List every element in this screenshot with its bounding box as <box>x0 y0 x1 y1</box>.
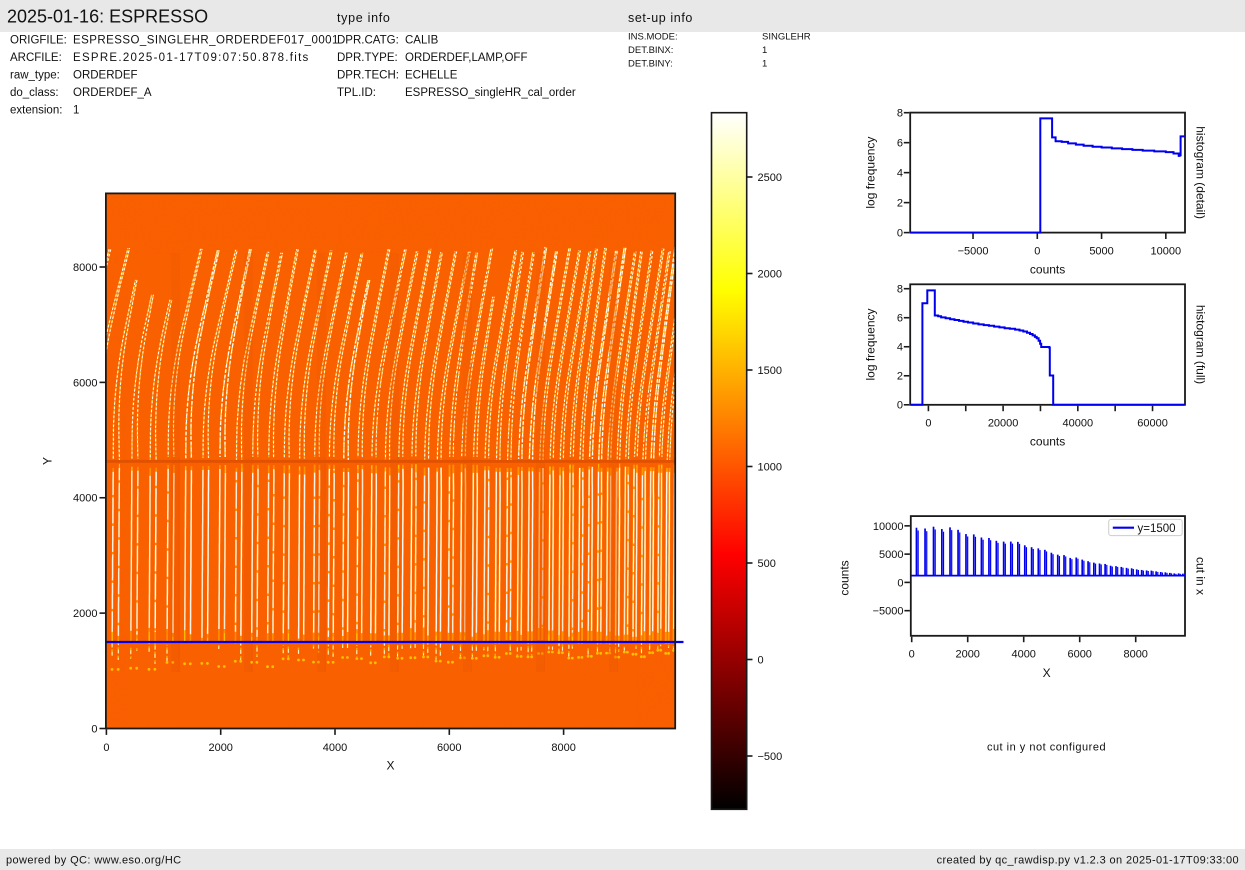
svg-text:40000: 40000 <box>1063 418 1094 430</box>
svg-text:ARCFILE:: ARCFILE: <box>10 52 62 64</box>
svg-text:1000: 1000 <box>758 461 782 473</box>
svg-text:2000: 2000 <box>758 268 782 280</box>
svg-text:500: 500 <box>758 558 776 570</box>
svg-text:ORDERDEF_A: ORDERDEF_A <box>73 87 152 99</box>
svg-text:counts: counts <box>1030 435 1065 449</box>
svg-text:10000: 10000 <box>1151 246 1182 258</box>
svg-text:−5000: −5000 <box>958 246 989 258</box>
svg-text:powered by QC: www.eso.org/HC: powered by QC: www.eso.org/HC <box>6 855 181 867</box>
svg-text:X: X <box>386 759 394 773</box>
svg-text:2000: 2000 <box>955 649 979 661</box>
svg-text:INS.MODE:: INS.MODE: <box>628 32 678 43</box>
svg-text:4000: 4000 <box>323 742 347 754</box>
svg-text:8000: 8000 <box>551 742 575 754</box>
svg-text:ECHELLE: ECHELLE <box>405 70 458 82</box>
svg-text:5000: 5000 <box>879 549 903 561</box>
svg-text:8: 8 <box>897 284 903 296</box>
svg-text:2500: 2500 <box>758 172 782 184</box>
svg-text:created by qc_rawdisp.py v1.2.: created by qc_rawdisp.py v1.2.3 on 2025-… <box>937 855 1239 867</box>
svg-text:ORDERDEF,LAMP,OFF: ORDERDEF,LAMP,OFF <box>405 52 527 64</box>
svg-text:ESPRESSO_SINGLEHR_ORDERDEF017_: ESPRESSO_SINGLEHR_ORDERDEF017_0001 <box>73 35 339 47</box>
svg-text:6000: 6000 <box>437 742 461 754</box>
svg-text:0: 0 <box>1034 246 1040 258</box>
svg-text:counts: counts <box>838 560 852 595</box>
svg-text:2000: 2000 <box>208 742 232 754</box>
svg-text:6: 6 <box>897 138 903 150</box>
svg-text:0: 0 <box>91 723 97 735</box>
svg-text:5000: 5000 <box>1089 246 1113 258</box>
svg-text:TPL.ID:: TPL.ID: <box>337 87 376 99</box>
svg-text:do_class:: do_class: <box>10 87 59 99</box>
svg-text:6000: 6000 <box>73 377 97 389</box>
svg-text:6000: 6000 <box>1067 649 1091 661</box>
svg-text:60000: 60000 <box>1137 418 1168 430</box>
svg-text:ORDERDEF: ORDERDEF <box>73 70 138 82</box>
svg-text:type info: type info <box>337 11 391 25</box>
svg-text:cut in x: cut in x <box>1194 557 1208 595</box>
svg-text:8000: 8000 <box>73 262 97 274</box>
svg-text:0: 0 <box>897 228 903 240</box>
svg-text:y=1500: y=1500 <box>1138 523 1176 535</box>
svg-text:DPR.CATG:: DPR.CATG: <box>337 35 399 47</box>
svg-text:4: 4 <box>897 342 903 354</box>
svg-text:1: 1 <box>762 59 767 70</box>
svg-text:0: 0 <box>925 418 931 430</box>
svg-text:0: 0 <box>909 649 915 661</box>
svg-text:4: 4 <box>897 168 903 180</box>
svg-text:1: 1 <box>73 105 79 117</box>
svg-text:20000: 20000 <box>988 418 1019 430</box>
svg-text:0: 0 <box>103 742 109 754</box>
svg-text:2000: 2000 <box>73 608 97 620</box>
svg-text:DET.BINY:: DET.BINY: <box>628 59 673 70</box>
svg-text:DET.BINX:: DET.BINX: <box>628 45 673 56</box>
svg-text:SINGLEHR: SINGLEHR <box>762 32 811 43</box>
svg-text:10000: 10000 <box>873 521 904 533</box>
svg-text:log frequency: log frequency <box>864 137 878 209</box>
svg-text:ESPRESSO_singleHR_cal_order: ESPRESSO_singleHR_cal_order <box>405 87 576 99</box>
svg-text:2: 2 <box>897 371 903 383</box>
svg-text:counts: counts <box>1030 263 1065 277</box>
svg-text:ESPRE.2025-01-17T09:07:50.878.: ESPRE.2025-01-17T09:07:50.878.fits <box>73 52 310 64</box>
svg-text:8: 8 <box>897 108 903 120</box>
svg-text:1500: 1500 <box>758 365 782 377</box>
svg-text:0: 0 <box>897 577 903 589</box>
svg-text:histogram (detail): histogram (detail) <box>1194 126 1208 219</box>
svg-text:raw_type:: raw_type: <box>10 70 60 82</box>
svg-text:cut in y not configured: cut in y not configured <box>987 742 1106 754</box>
svg-text:DPR.TECH:: DPR.TECH: <box>337 70 399 82</box>
svg-text:2: 2 <box>897 198 903 210</box>
svg-text:−5000: −5000 <box>873 606 904 618</box>
svg-text:log frequency: log frequency <box>864 308 878 380</box>
svg-text:X: X <box>1043 666 1051 680</box>
svg-text:Y: Y <box>41 457 55 465</box>
svg-text:ORIGFILE:: ORIGFILE: <box>10 35 67 47</box>
svg-text:extension:: extension: <box>10 105 62 117</box>
svg-text:2025-01-16: ESPRESSO: 2025-01-16: ESPRESSO <box>7 7 208 27</box>
svg-text:8000: 8000 <box>1123 649 1147 661</box>
svg-text:histogram (full): histogram (full) <box>1194 305 1208 384</box>
svg-text:0: 0 <box>758 654 764 666</box>
svg-text:6: 6 <box>897 313 903 325</box>
svg-text:0: 0 <box>897 400 903 412</box>
svg-text:4000: 4000 <box>1011 649 1035 661</box>
svg-text:set-up info: set-up info <box>628 11 693 25</box>
svg-text:DPR.TYPE:: DPR.TYPE: <box>337 52 398 64</box>
svg-text:4000: 4000 <box>73 493 97 505</box>
svg-text:CALIB: CALIB <box>405 35 439 47</box>
svg-text:−500: −500 <box>758 751 783 763</box>
svg-text:1: 1 <box>762 45 767 56</box>
